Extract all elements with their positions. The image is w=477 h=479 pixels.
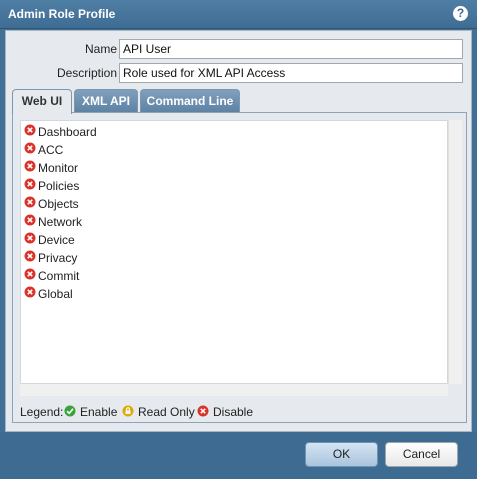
vertical-scrollbar[interactable] [448, 120, 462, 384]
permission-label: Policies [38, 179, 80, 193]
permission-label: Device [38, 233, 75, 247]
disable-icon[interactable] [24, 232, 36, 247]
disable-icon[interactable] [24, 142, 36, 157]
description-input[interactable] [119, 63, 463, 83]
tab-xml-api[interactable]: XML API [74, 89, 138, 113]
permission-label: Privacy [38, 251, 78, 265]
disable-icon[interactable] [24, 268, 36, 283]
permission-label: Objects [38, 197, 79, 211]
permission-label: ACC [38, 143, 64, 157]
permission-label: Global [38, 287, 73, 301]
legend-read-only: Read Only [138, 405, 195, 419]
ok-button[interactable]: OK [305, 442, 378, 467]
permission-label: Dashboard [38, 125, 97, 139]
dialog-title: Admin Role Profile [8, 7, 116, 21]
admin-role-profile-dialog: Admin Role Profile ? Name Description We… [0, 0, 477, 479]
disable-icon[interactable] [24, 196, 36, 211]
legend-title: Legend: [20, 405, 64, 419]
disable-icon[interactable] [24, 178, 36, 193]
title-bar: Admin Role Profile ? [0, 0, 477, 29]
name-label: Name [84, 42, 117, 56]
disable-icon[interactable] [24, 250, 36, 265]
disable-icon[interactable] [24, 286, 36, 301]
name-row: Name [6, 39, 473, 59]
web-ui-panel: Dashboard ACC Monitor Policies Objects Networ… [12, 112, 467, 423]
permission-label: Network [38, 215, 83, 229]
disable-icon [197, 405, 209, 420]
legend-enable: Enable [80, 405, 118, 419]
permission-label: Monitor [38, 161, 79, 175]
read-only-icon [122, 405, 134, 420]
description-row: Description [6, 63, 473, 83]
permission-label: Commit [38, 269, 80, 283]
horizontal-scrollbar[interactable] [20, 384, 448, 396]
permission-list: Dashboard ACC Monitor Policies Objects Networ… [20, 120, 448, 384]
description-label: Description [56, 66, 117, 80]
disable-icon[interactable] [24, 160, 36, 175]
enable-icon [64, 405, 76, 420]
tab-web-ui[interactable]: Web UI [12, 89, 72, 114]
dialog-footer: OK Cancel [0, 432, 477, 479]
help-icon[interactable]: ? [453, 6, 468, 21]
tab-command-line[interactable]: Command Line [140, 89, 240, 113]
dialog-body: Name Description Web UI XML API Command … [5, 30, 472, 432]
name-input[interactable] [119, 39, 463, 59]
cancel-button[interactable]: Cancel [385, 442, 458, 467]
disable-icon[interactable] [24, 214, 36, 229]
disable-icon[interactable] [24, 124, 36, 139]
legend-disable: Disable [213, 405, 254, 419]
